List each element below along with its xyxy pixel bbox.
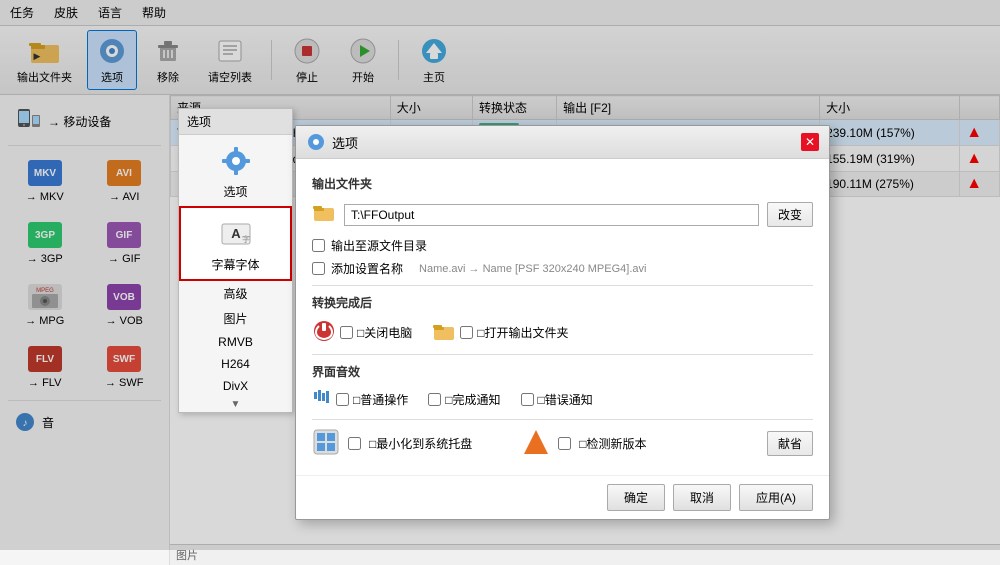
normal-sound-label: □普通操作 [353,391,408,408]
output-folder-row: 改变 [312,200,813,229]
options-image-label: 图片 [223,312,247,326]
options-rmvb-label: RMVB [218,335,253,349]
sound-effects-label: 界面音效 [312,363,813,380]
after-convert-row: □关闭电脑 □打开输出文件夹 [312,319,813,346]
svg-text:字: 字 [242,234,250,244]
updates-label: □检测新版本 [579,435,646,452]
output-folder-section-label: 输出文件夹 [312,175,813,192]
output-source-checkbox-row: 输出至源文件目录 [312,237,813,254]
after-convert-label: 转换完成后 [312,294,813,311]
options-advanced-label: 高级 [223,287,247,301]
normal-sound-row: □普通操作 [312,388,408,411]
options-general-item[interactable]: 选项 [179,135,292,206]
divider-3 [312,419,813,420]
advanced-settings-button[interactable]: 献省 [767,431,813,456]
error-sound-row: □错误通知 [521,391,593,408]
updates-checkbox[interactable] [558,437,571,450]
complete-sound-label: □完成通知 [445,391,500,408]
divider-1 [312,285,813,286]
error-sound-label: □错误通知 [538,391,593,408]
sound-effects-row: □普通操作 □完成通知 □错误通知 [312,388,813,411]
shutdown-checkbox[interactable] [340,326,353,339]
change-folder-button[interactable]: 改变 [767,202,813,227]
open-folder-label: □打开输出文件夹 [477,324,568,341]
minimize-label: □最小化到系统托盘 [369,435,472,452]
cancel-button[interactable]: 取消 [673,484,731,511]
add-settings-label: 添加设置名称 [331,260,403,277]
options-h264-label: H264 [221,357,250,371]
dialog-footer: 确定 取消 应用(A) [296,475,829,519]
options-subtitle-label: 字幕字体 [211,258,259,272]
shutdown-icon [312,319,336,346]
options-h264-item[interactable]: H264 [179,353,292,375]
normal-sound-checkbox[interactable] [336,393,349,406]
minimize-checkbox[interactable] [348,437,361,450]
dialog-title-text: 选项 [332,133,358,152]
open-folder-icon [432,319,456,346]
output-source-checkbox[interactable] [312,239,325,252]
complete-sound-row: □完成通知 [428,391,500,408]
main-dialog: 选项 ✕ 输出文件夹 改变 输出至源文件目录 添加设置名称 Name.avi →… [295,125,830,520]
output-path-input[interactable] [344,204,759,226]
options-image-item[interactable]: 图片 [179,306,292,331]
minimize-icon [312,428,340,459]
output-source-label: 输出至源文件目录 [331,237,427,254]
open-folder-checkbox[interactable] [460,326,473,339]
open-folder-row: □打开输出文件夹 [432,319,568,346]
options-general-label: 选项 [223,185,247,199]
options-side-header: 选项 [179,109,292,135]
options-divx-label: DivX [223,379,248,393]
dialog-title: 选项 [306,132,358,152]
options-subtitle-item[interactable]: A 字 字幕字体 [179,206,292,281]
bottom-label: 图片 [176,550,198,562]
shutdown-row: □关闭电脑 [312,319,412,346]
ok-button[interactable]: 确定 [607,484,665,511]
complete-sound-checkbox[interactable] [428,393,441,406]
add-settings-checkbox[interactable] [312,262,325,275]
dialog-title-icon [306,132,326,152]
dialog-body: 输出文件夹 改变 输出至源文件目录 添加设置名称 Name.avi → Name… [296,159,829,475]
options-advanced-item[interactable]: 高级 [179,281,292,306]
options-general-icon [216,141,256,181]
dialog-titlebar: 选项 ✕ [296,126,829,159]
apply-button[interactable]: 应用(A) [739,484,813,511]
updates-icon [522,428,550,459]
error-sound-checkbox[interactable] [521,393,534,406]
options-divx-item[interactable]: DivX [179,375,292,397]
folder-icon [312,200,336,229]
divider-2 [312,354,813,355]
add-settings-checkbox-row: 添加设置名称 Name.avi → Name [PSF 320x240 MPEG… [312,260,813,277]
options-subtitle-icon: A 字 [216,214,256,254]
svg-text:A: A [231,226,241,241]
shutdown-label: □关闭电脑 [357,324,412,341]
name-example-text: Name.avi → Name [PSF 320x240 MPEG4].avi [419,263,646,275]
sound-icon [312,388,332,411]
options-rmvb-item[interactable]: RMVB [179,331,292,353]
other-options-row: □最小化到系统托盘 □检测新版本 献省 [312,428,813,459]
scroll-down-arrow[interactable]: ▼ [179,397,292,412]
options-side-panel: 选项 选项 A 字 字幕字体 高级 图片 RM [178,108,293,413]
dialog-close-button[interactable]: ✕ [801,133,819,151]
